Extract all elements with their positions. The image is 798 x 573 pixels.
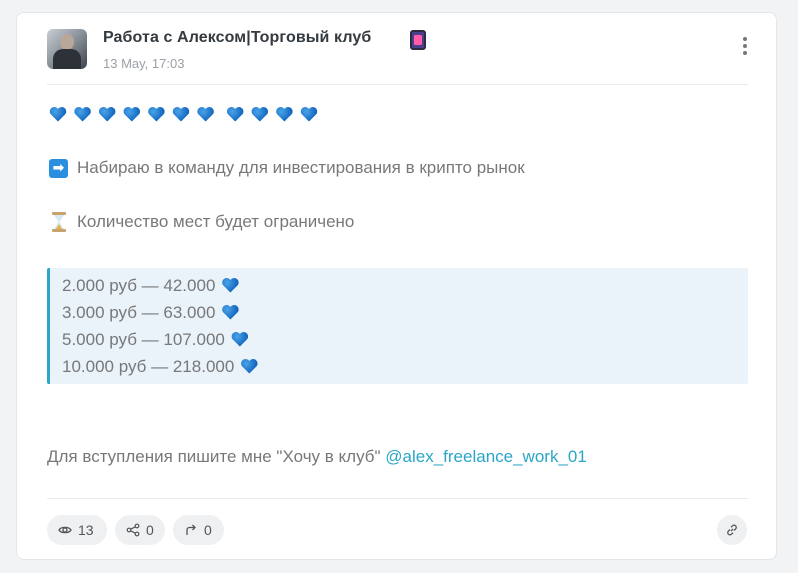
blue-heart-icon xyxy=(251,106,269,122)
blue-heart-icon xyxy=(49,106,67,122)
price-quote-block: 2.000 руб — 42.000 3.000 руб — 63.000 5.… xyxy=(47,268,748,384)
forwards-count: 0 xyxy=(204,522,212,538)
price-row: 2.000 руб — 42.000 xyxy=(62,276,239,296)
blue-heart-icon xyxy=(226,106,244,122)
blue-heart-icon xyxy=(147,106,165,122)
blue-heart-icon xyxy=(98,106,116,122)
views-counter: 13 xyxy=(47,515,107,545)
channel-avatar[interactable] xyxy=(47,29,87,69)
blue-heart-icon xyxy=(240,358,258,374)
post-line-limited: Количество мест будет ограничено xyxy=(77,212,355,231)
forward-icon xyxy=(186,524,196,535)
mobile-phone-icon xyxy=(410,30,426,50)
price-row: 3.000 руб — 63.000 xyxy=(62,303,239,323)
price-text: 3.000 руб — 63.000 xyxy=(62,303,216,322)
price-text: 2.000 руб — 42.000 xyxy=(62,276,216,295)
eye-icon xyxy=(58,526,72,534)
hourglass-icon xyxy=(52,212,66,232)
footer-divider xyxy=(47,498,748,499)
link-icon xyxy=(727,524,737,536)
post-card: Работа с Алексом|Торговый клуб 13 May, 1… xyxy=(16,12,777,560)
blue-heart-icon xyxy=(221,304,239,320)
views-count: 13 xyxy=(78,522,94,538)
call-to-action: Для вступления пишите мне "Хочу в клуб" … xyxy=(47,447,587,467)
mention-link[interactable]: @alex_freelance_work_01 xyxy=(385,447,587,466)
channel-title[interactable]: Работа с Алексом|Торговый клуб xyxy=(103,29,371,47)
blue-heart-icon xyxy=(275,106,293,122)
forward-button[interactable]: 0 xyxy=(173,515,224,545)
blue-heart-icon xyxy=(231,331,249,347)
post-line-recruiting: Набираю в команду для инвестирования в к… xyxy=(77,158,525,177)
price-row: 10.000 руб — 218.000 xyxy=(62,357,258,377)
right-arrow-icon: ➡ xyxy=(49,159,68,178)
share-icon xyxy=(126,523,140,537)
price-row: 5.000 руб — 107.000 xyxy=(62,330,249,350)
kebab-menu-icon[interactable] xyxy=(739,37,751,61)
blue-heart-icon xyxy=(221,277,239,293)
shares-count: 0 xyxy=(146,522,154,538)
blue-heart-icon xyxy=(123,106,141,122)
share-button[interactable]: 0 xyxy=(115,515,165,545)
blue-heart-icon xyxy=(172,106,190,122)
header-divider xyxy=(47,84,748,85)
price-text: 10.000 руб — 218.000 xyxy=(62,357,235,376)
blue-heart-icon xyxy=(197,106,215,122)
blue-heart-icon xyxy=(300,106,318,122)
blue-heart-icon xyxy=(74,106,92,122)
copy-link-button[interactable] xyxy=(717,515,747,545)
price-text: 5.000 руб — 107.000 xyxy=(62,330,225,349)
cta-text: Для вступления пишите мне "Хочу в клуб" xyxy=(47,447,386,466)
post-date: 13 May, 17:03 xyxy=(103,56,185,71)
